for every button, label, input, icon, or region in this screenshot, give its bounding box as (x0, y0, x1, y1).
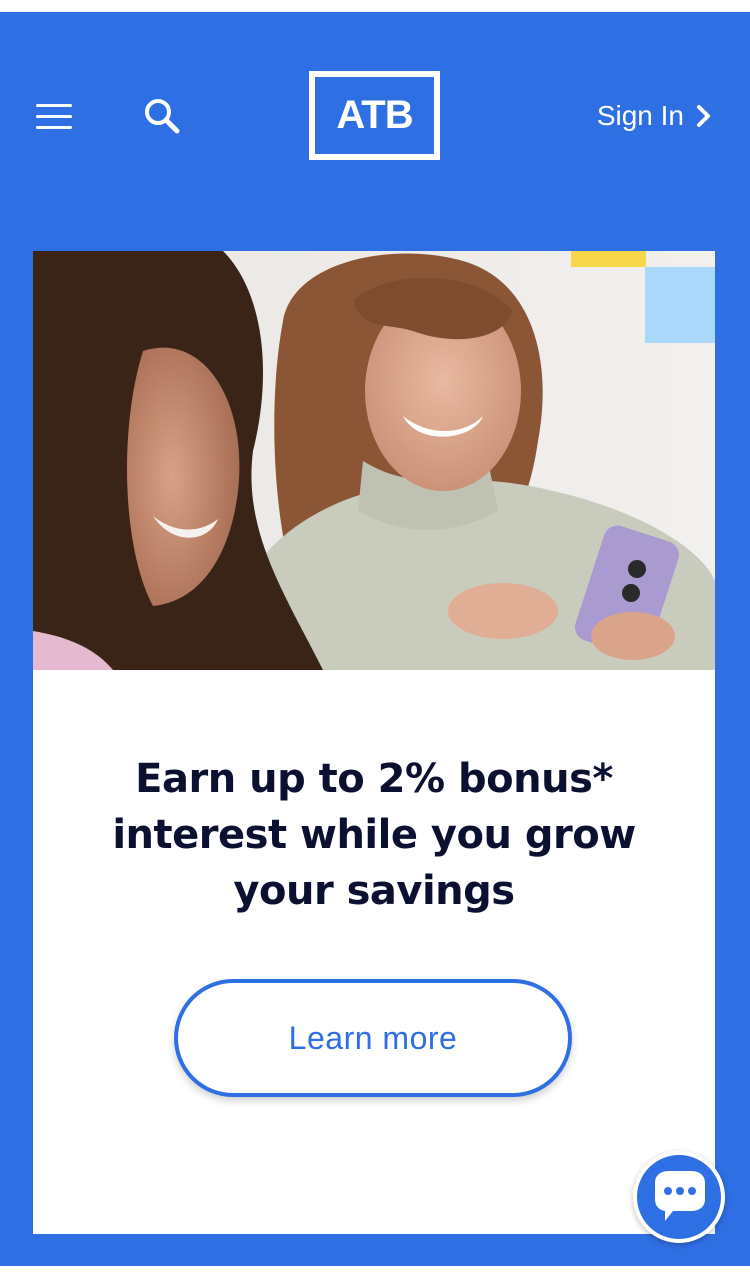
chat-bubble-icon[interactable] (633, 1151, 725, 1243)
top-nav: ATB Sign In (0, 12, 750, 222)
sign-in-link[interactable]: Sign In (597, 96, 712, 136)
atb-logo[interactable]: ATB (309, 71, 440, 160)
chevron-right-icon (697, 105, 710, 127)
hero-photo (33, 251, 715, 670)
sign-in-label: Sign In (596, 100, 684, 131)
hamburger-menu-icon[interactable] (34, 100, 74, 134)
app-background: ATB Sign In Earn up to 2% bonus* interes… (0, 12, 750, 1266)
learn-more-button[interactable]: Learn more (174, 979, 572, 1097)
search-icon[interactable] (140, 94, 184, 138)
promo-card: Earn up to 2% bonus* interest while you … (33, 251, 715, 1234)
promo-headline: Earn up to 2% bonus* interest while you … (112, 756, 636, 914)
